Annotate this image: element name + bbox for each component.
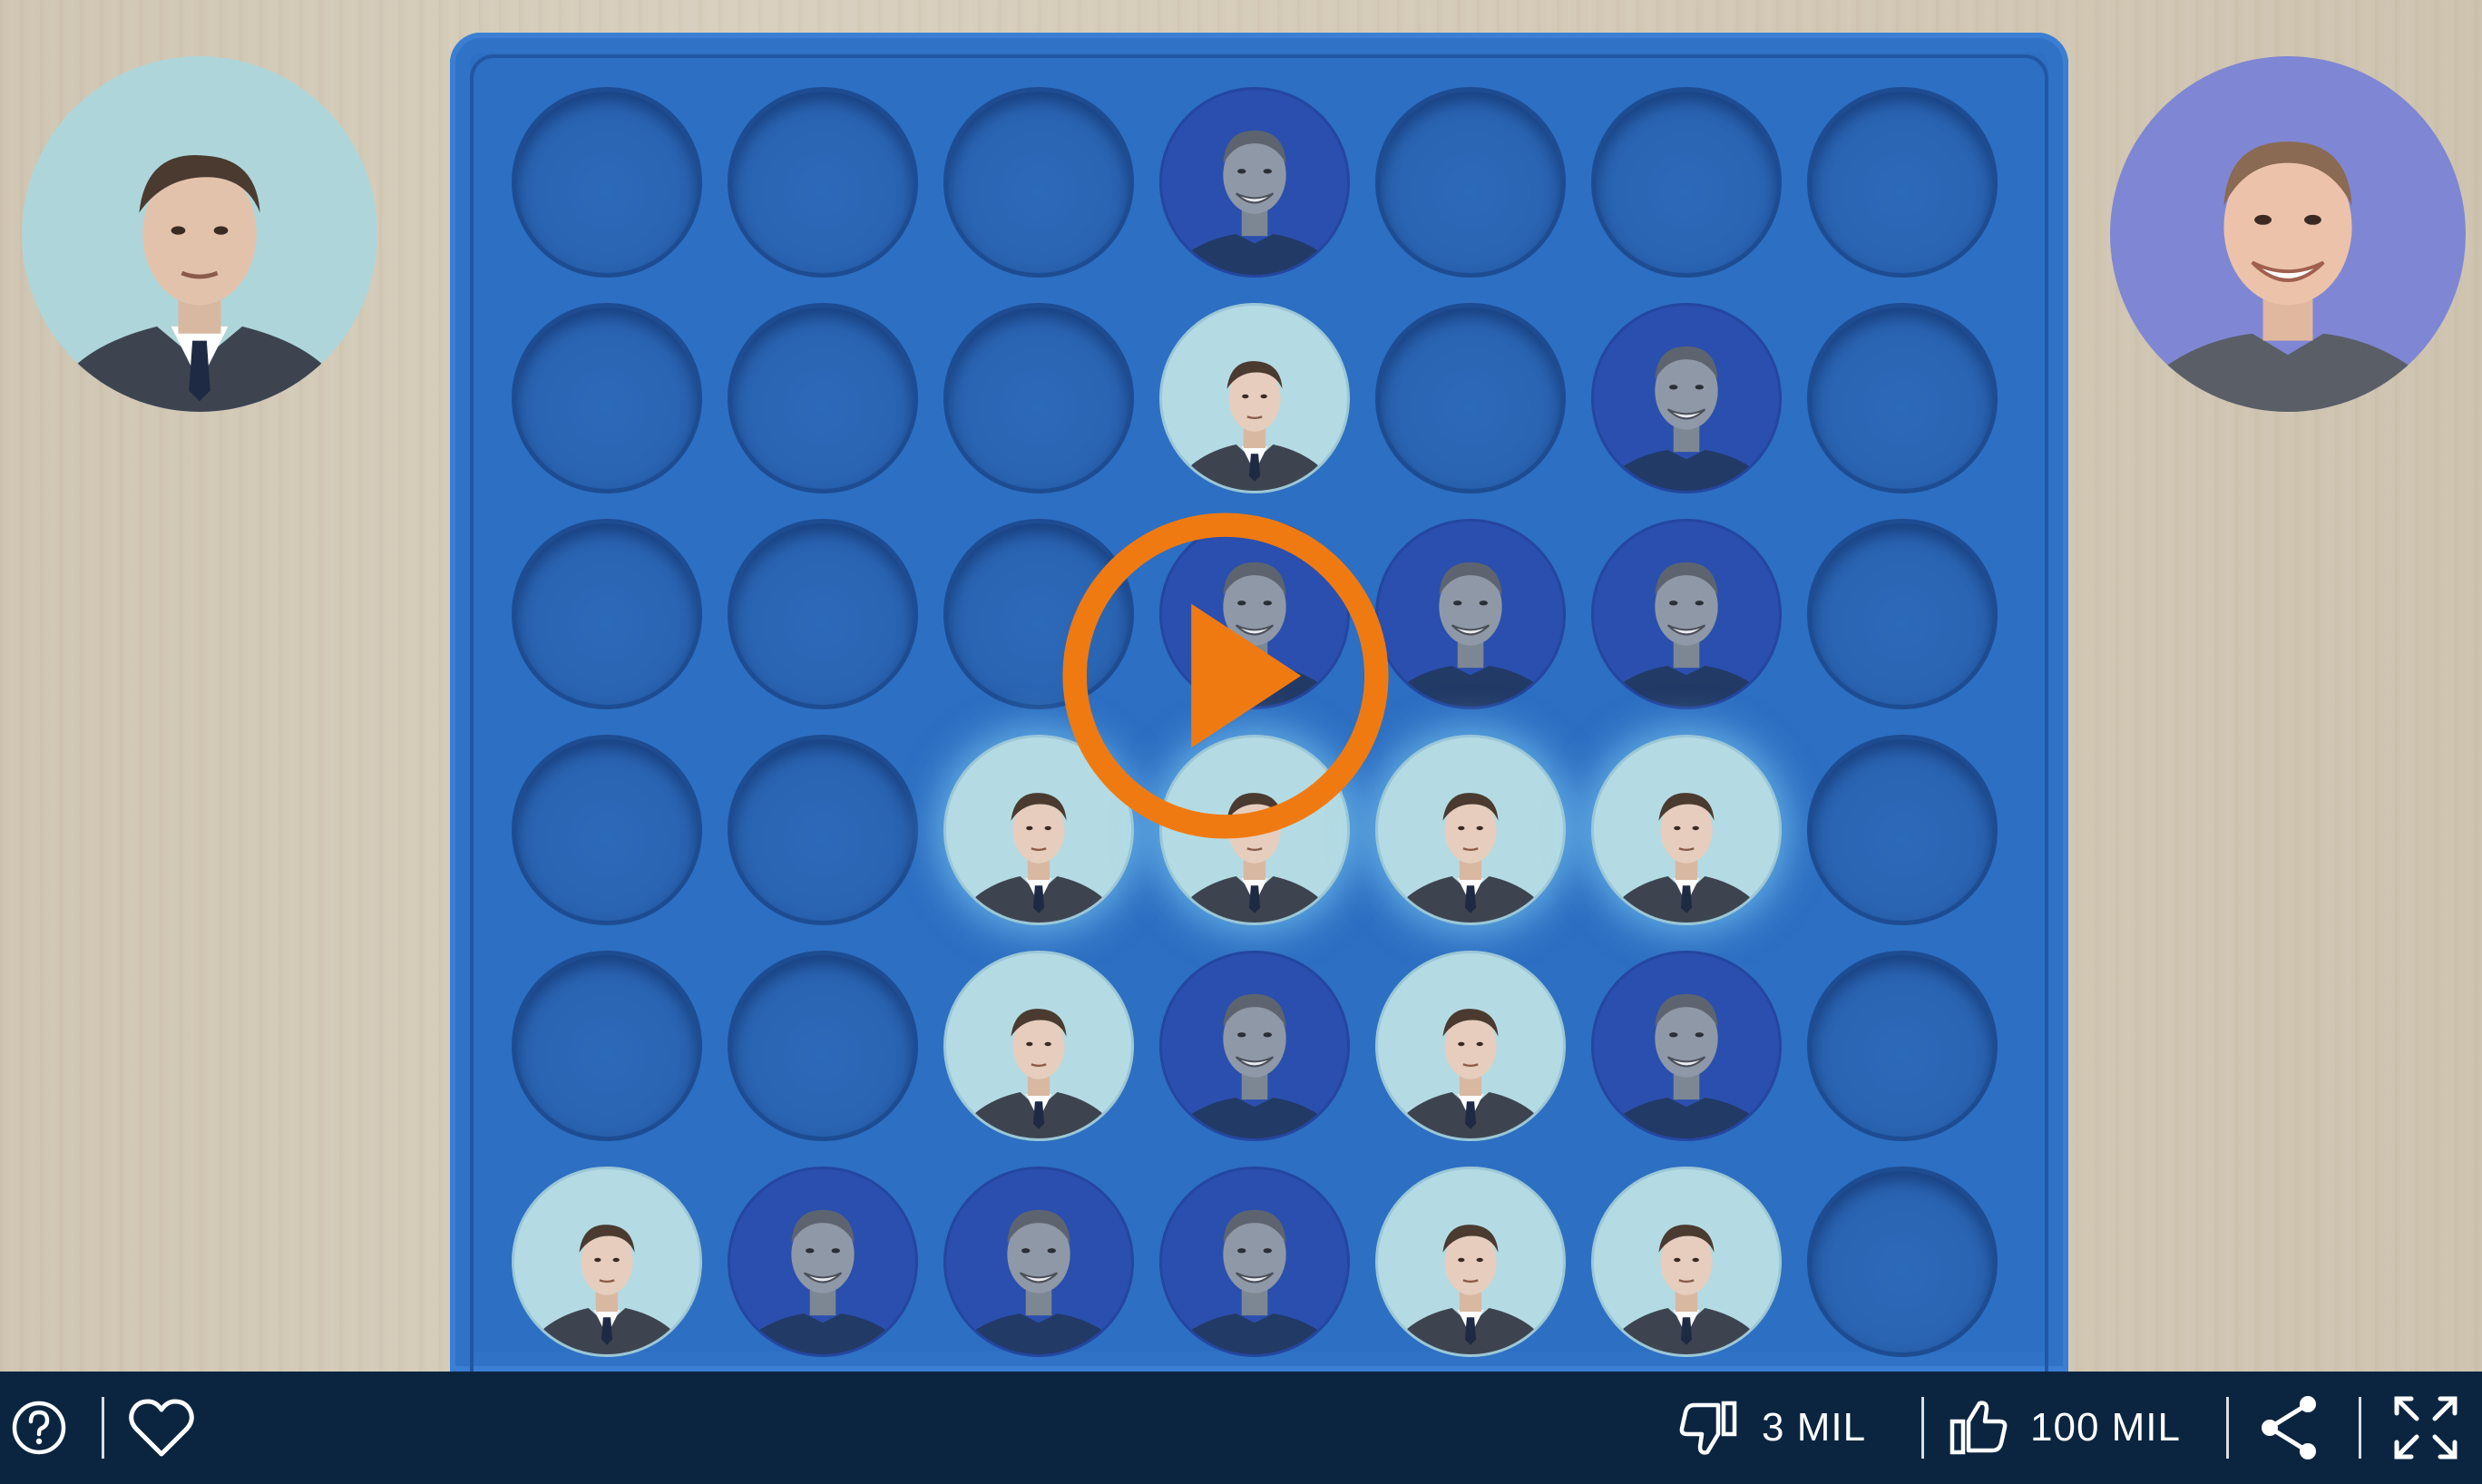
board-slot-empty[interactable] xyxy=(1807,303,1998,493)
elon-face-icon xyxy=(1616,793,1757,923)
bottom-toolbar: 3 MIL 100 MIL xyxy=(0,1372,2482,1484)
like-button[interactable]: 100 MIL xyxy=(1947,1372,2181,1484)
mark-face-icon xyxy=(1612,993,1761,1138)
question-circle-icon xyxy=(12,1401,66,1455)
game-piece-mark[interactable] xyxy=(1159,951,1350,1141)
elon-face-icon xyxy=(1400,1225,1541,1354)
board-slot-empty[interactable] xyxy=(728,519,918,709)
board-slot-empty[interactable] xyxy=(1807,1167,1998,1357)
board-slot-empty[interactable] xyxy=(1807,735,1998,925)
game-piece-mark[interactable] xyxy=(1375,519,1566,709)
share-button[interactable] xyxy=(2255,1372,2324,1484)
mark-face-icon xyxy=(1612,561,1761,707)
board-slot-empty[interactable] xyxy=(512,951,702,1141)
board-slot-empty[interactable] xyxy=(728,303,918,493)
game-piece-mark[interactable] xyxy=(728,1167,918,1357)
game-piece-mark[interactable] xyxy=(1591,519,1782,709)
game-piece-mark[interactable] xyxy=(1159,1167,1350,1357)
favorite-button[interactable] xyxy=(127,1372,196,1484)
board-slot-empty[interactable] xyxy=(512,519,702,709)
share-icon xyxy=(2262,1396,2316,1460)
mark-face-icon xyxy=(1180,1209,1329,1354)
game-piece-elon[interactable] xyxy=(943,951,1134,1141)
dislike-count: 3 MIL xyxy=(1762,1405,1867,1450)
dislike-button[interactable]: 3 MIL xyxy=(1678,1372,1866,1484)
toolbar-divider xyxy=(2226,1397,2229,1459)
game-piece-elon[interactable] xyxy=(1375,735,1566,925)
board-slot-empty[interactable] xyxy=(512,87,702,278)
game-piece-mark[interactable] xyxy=(1159,87,1350,278)
like-count: 100 MIL xyxy=(2030,1405,2181,1450)
board-slot-empty[interactable] xyxy=(1807,87,1998,278)
mark-face-icon xyxy=(964,1209,1113,1354)
board-slot-empty[interactable] xyxy=(1591,87,1782,278)
toolbar-divider xyxy=(1921,1397,1924,1459)
board-slot-empty[interactable] xyxy=(1375,87,1566,278)
fullscreen-button[interactable] xyxy=(2391,1372,2460,1484)
game-piece-mark[interactable] xyxy=(1591,303,1782,493)
mark-face-icon xyxy=(1180,130,1329,275)
game-piece-mark[interactable] xyxy=(943,1167,1134,1357)
board-slot-empty[interactable] xyxy=(1807,951,1998,1141)
toolbar-divider xyxy=(2359,1397,2361,1459)
game-piece-elon[interactable] xyxy=(1159,303,1350,493)
mark-face-icon xyxy=(1180,993,1329,1138)
elon-face-icon xyxy=(1400,793,1541,923)
toolbar-divider xyxy=(102,1397,104,1459)
game-piece-elon[interactable] xyxy=(1591,1167,1782,1357)
player-left-avatar xyxy=(22,56,377,412)
elon-face-icon xyxy=(1184,361,1325,491)
help-button[interactable] xyxy=(11,1372,67,1484)
board-slot-empty[interactable] xyxy=(512,303,702,493)
game-piece-mark[interactable] xyxy=(1591,951,1782,1141)
elon-face-icon xyxy=(1400,1009,1541,1138)
board-slot-empty[interactable] xyxy=(943,303,1134,493)
game-piece-elon[interactable] xyxy=(1375,951,1566,1141)
mark-face-icon xyxy=(1396,561,1545,707)
play-button[interactable] xyxy=(1054,504,1397,847)
board-slot-empty[interactable] xyxy=(943,87,1134,278)
board-slot-empty[interactable] xyxy=(1375,303,1566,493)
elon-face-icon xyxy=(536,1225,678,1354)
player-right-avatar xyxy=(2110,56,2466,412)
board-slot-empty[interactable] xyxy=(728,87,918,278)
game-piece-elon[interactable] xyxy=(512,1167,702,1357)
game-piece-elon[interactable] xyxy=(1375,1167,1566,1357)
mark-face-icon xyxy=(748,1209,897,1354)
thumbs-up-icon xyxy=(1949,1401,2008,1455)
board-slot-empty[interactable] xyxy=(728,735,918,925)
play-icon xyxy=(1062,513,1389,839)
elon-face-icon xyxy=(968,1009,1109,1138)
board-slot-empty[interactable] xyxy=(1807,519,1998,709)
game-piece-elon[interactable] xyxy=(1591,735,1782,925)
heart-icon xyxy=(129,1399,194,1457)
elon-face-icon xyxy=(1616,1225,1757,1354)
mark-face-icon xyxy=(1612,346,1761,491)
board-slot-empty[interactable] xyxy=(728,951,918,1141)
fullscreen-icon xyxy=(2394,1396,2458,1460)
board-slot-empty[interactable] xyxy=(512,735,702,925)
thumbs-down-icon xyxy=(1679,1401,1737,1455)
